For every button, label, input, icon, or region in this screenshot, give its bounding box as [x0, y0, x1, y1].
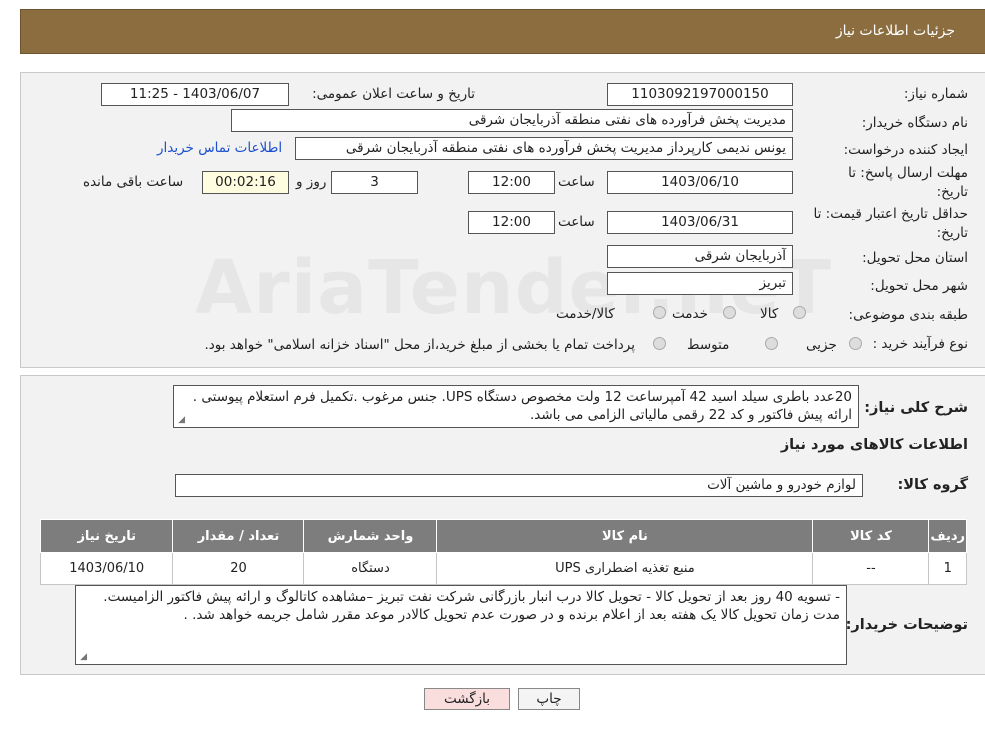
category-option-goods: کالا [760, 306, 779, 322]
col-header-unit: واحد شمارش [303, 519, 438, 553]
goods-group-field[interactable]: لوازم خودرو و ماشین آلات [175, 474, 863, 497]
buyer-contact-link[interactable]: اطلاعات تماس خریدار [157, 140, 282, 156]
resize-grip-icon[interactable]: ◢ [78, 653, 87, 662]
description-text: 20عدد باطری سیلد اسید 42 آمپرساعت 12 ولت… [192, 389, 852, 423]
process-label: نوع فرآیند خرید : [872, 336, 968, 352]
cell-unit: دستگاه [303, 552, 438, 585]
treasury-checkbox[interactable] [653, 337, 666, 350]
col-header-quantity: تعداد / مقدار [172, 519, 305, 553]
remaining-word: ساعت باقی مانده [83, 174, 184, 190]
announce-field[interactable]: 1403/06/07 - 11:25 [101, 83, 289, 106]
page-title: جزئیات اطلاعات نیاز [835, 23, 955, 39]
category-radio-goods-service[interactable] [653, 306, 666, 319]
creator-label: ایجاد کننده درخواست: [843, 142, 968, 158]
province-label: استان محل تحویل: [862, 250, 968, 266]
validity-time-field[interactable]: 12:00 [468, 211, 555, 234]
cell-row-number: 1 [928, 552, 967, 585]
goods-section-title: اطلاعات کالاهای مورد نیاز [780, 437, 968, 453]
category-option-service: خدمت [672, 306, 708, 322]
process-option-medium: متوسط [687, 337, 730, 353]
col-header-row: ردیف [928, 519, 967, 553]
validity-date-field[interactable]: 1403/06/31 [607, 211, 793, 234]
process-radio-medium[interactable] [765, 337, 778, 350]
buyer-notes-text: - تسویه 40 روز بعد از تحویل کالا - تحویل… [103, 589, 840, 623]
category-radio-goods[interactable] [793, 306, 806, 319]
validity-label-1: حداقل تاریخ اعتبار قیمت: تا [813, 206, 968, 222]
deadline-time-word: ساعت [558, 174, 595, 190]
days-word: روز و [296, 174, 327, 190]
goods-group-label: گروه کالا: [897, 477, 968, 493]
city-label: شهر محل تحویل: [870, 278, 968, 294]
page-header: جزئیات اطلاعات نیاز [20, 9, 985, 54]
back-button[interactable]: بازگشت [424, 688, 510, 710]
cell-name: منبع تغذیه اضطراری UPS [436, 552, 814, 585]
validity-time-word: ساعت [558, 214, 595, 230]
cell-quantity: 20 [172, 552, 305, 585]
validity-label-2: تاریخ: [936, 225, 968, 241]
remaining-time-field: 00:02:16 [202, 171, 289, 194]
table-row[interactable]: 1 -- منبع تغذیه اضطراری UPS دستگاه 20 14… [39, 552, 967, 585]
deadline-time-field[interactable]: 12:00 [468, 171, 555, 194]
description-textarea[interactable]: 20عدد باطری سیلد اسید 42 آمپرساعت 12 ولت… [173, 385, 859, 428]
cell-code: -- [812, 552, 930, 585]
description-label: شرح کلی نیاز: [864, 400, 968, 416]
deadline-date-field[interactable]: 1403/06/10 [607, 171, 793, 194]
category-option-goods-service: کالا/خدمت [556, 306, 615, 322]
province-field[interactable]: آذربایجان شرقی [607, 245, 793, 268]
deadline-label-2: تاریخ: [936, 184, 968, 200]
buyer-label: نام دستگاه خریدار: [861, 115, 968, 131]
city-field[interactable]: تبریز [607, 272, 793, 295]
buyer-field[interactable]: مدیریت پخش فرآورده های نفتی منطقه آذربای… [231, 109, 793, 132]
resize-grip-icon[interactable]: ◢ [176, 416, 185, 425]
announce-label: تاریخ و ساعت اعلان عمومی: [312, 86, 475, 102]
days-count-field[interactable]: 3 [331, 171, 418, 194]
need-number-label: شماره نیاز: [903, 86, 968, 102]
need-number-field[interactable]: 1103092197000150 [607, 83, 793, 106]
col-header-code: کد کالا [812, 519, 930, 553]
creator-field[interactable]: یونس ندیمی کارپرداز مدیریت پخش فرآورده ه… [295, 137, 793, 160]
process-note: پرداخت تمام یا بخشی از مبلغ خرید،از محل … [204, 337, 635, 353]
deadline-label-1: مهلت ارسال پاسخ: تا [848, 165, 968, 181]
category-label: طبقه بندی موضوعی: [848, 307, 968, 323]
items-table: ردیف کد کالا نام کالا واحد شمارش تعداد /… [39, 519, 967, 585]
category-radio-service[interactable] [723, 306, 736, 319]
process-option-minor: جزیی [806, 337, 837, 353]
col-header-name: نام کالا [436, 519, 814, 553]
print-button[interactable]: چاپ [518, 688, 580, 710]
cell-date: 1403/06/10 [39, 552, 174, 585]
table-header-row: ردیف کد کالا نام کالا واحد شمارش تعداد /… [39, 519, 967, 553]
buyer-notes-textarea[interactable]: - تسویه 40 روز بعد از تحویل کالا - تحویل… [75, 585, 847, 665]
col-header-date: تاریخ نیاز [39, 519, 174, 553]
buyer-notes-label: توضیحات خریدار: [845, 617, 968, 633]
process-radio-minor[interactable] [849, 337, 862, 350]
